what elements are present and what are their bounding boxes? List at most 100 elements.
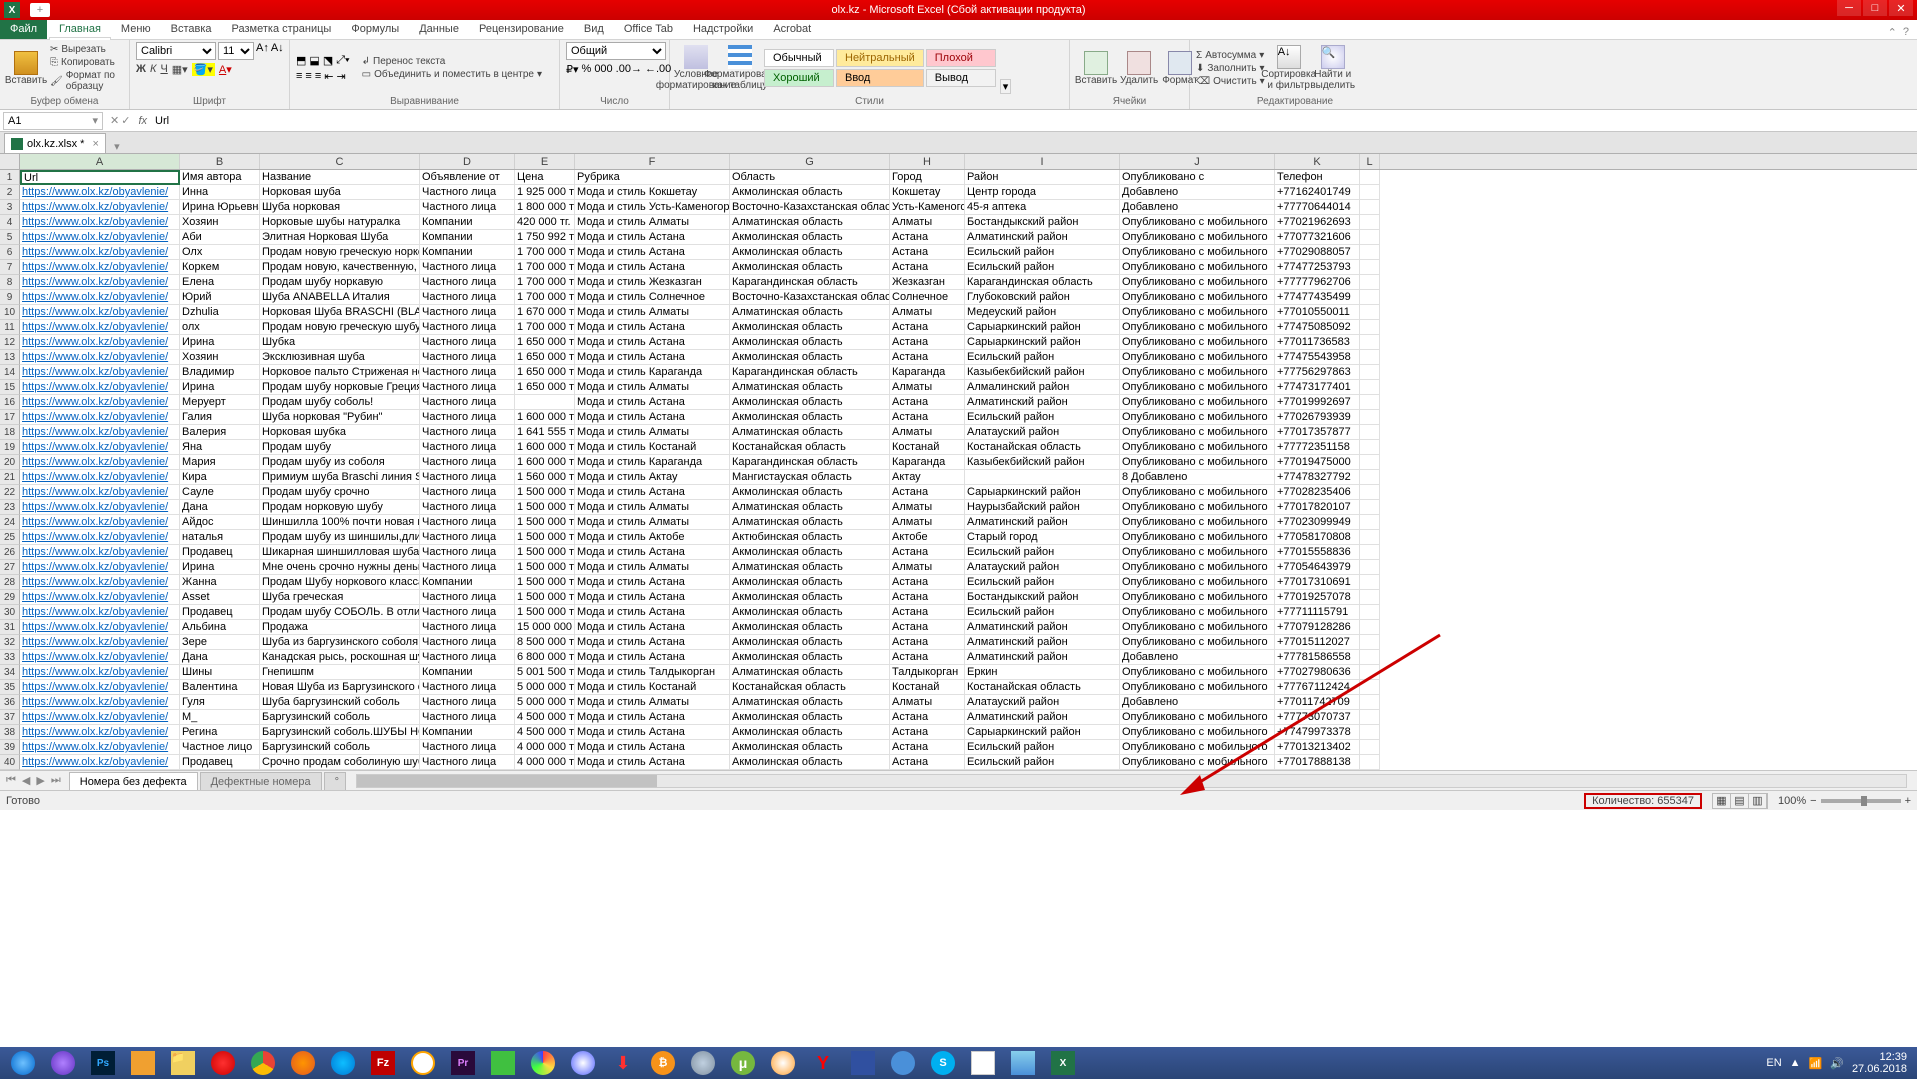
cell[interactable]: Мода и стиль Актобе <box>575 530 730 545</box>
task1-button[interactable] <box>124 1049 162 1077</box>
ribbon-tab[interactable]: Главная <box>49 19 111 39</box>
cell[interactable]: Астана <box>890 545 965 560</box>
cell[interactable]: Опубликовано с мобильного <box>1120 230 1275 245</box>
cell[interactable]: Частного лица <box>420 395 515 410</box>
style-input[interactable]: Ввод <box>836 69 924 87</box>
cell[interactable]: https://www.olx.kz/obyavlenie/ <box>20 440 180 455</box>
cell[interactable]: https://www.olx.kz/obyavlenie/ <box>20 305 180 320</box>
cell[interactable]: Частного лица <box>420 695 515 710</box>
cell[interactable]: 1 560 000 тг. <box>515 470 575 485</box>
decrease-font-icon[interactable]: A↓ <box>271 42 284 60</box>
cell[interactable]: Зере <box>180 635 260 650</box>
cell[interactable]: 1 500 000 тг. <box>515 575 575 590</box>
cell[interactable]: 1 700 000 тг. <box>515 275 575 290</box>
cell[interactable]: Алматы <box>890 560 965 575</box>
cell[interactable]: Dzhulia <box>180 305 260 320</box>
row-header[interactable]: 3 <box>0 200 20 215</box>
cell[interactable]: Компании <box>420 665 515 680</box>
cell[interactable]: Алматы <box>890 215 965 230</box>
cell[interactable]: 4 500 000 тг. <box>515 710 575 725</box>
cell[interactable]: Мода и стиль Алматы <box>575 425 730 440</box>
cell[interactable]: Частного лица <box>420 335 515 350</box>
cell[interactable]: Продам шубу норкавую <box>260 275 420 290</box>
cell[interactable]: Опубликовано с мобильного <box>1120 560 1275 575</box>
column-header[interactable]: A <box>20 154 180 169</box>
cell[interactable]: Акмолинская область <box>730 590 890 605</box>
font-color-button[interactable]: A▾ <box>219 63 232 76</box>
column-header[interactable]: I <box>965 154 1120 169</box>
cell[interactable]: Акмолинская область <box>730 320 890 335</box>
cell[interactable]: Акмолинская область <box>730 620 890 635</box>
workbook-tab[interactable]: olx.kz.xlsx * × <box>4 133 106 153</box>
cell[interactable] <box>1360 590 1380 605</box>
cell[interactable]: Кокшетау <box>890 185 965 200</box>
cell[interactable]: +77054643979 <box>1275 560 1360 575</box>
number-format-select[interactable]: Общий <box>566 42 666 60</box>
cell[interactable]: 1 500 000 тг. <box>515 560 575 575</box>
column-header[interactable]: L <box>1360 154 1380 169</box>
cell[interactable]: Дана <box>180 650 260 665</box>
excel-taskbar-button[interactable]: X <box>1044 1049 1082 1077</box>
cell[interactable]: Алматинская область <box>730 500 890 515</box>
cell[interactable]: 4 500 000 тг. <box>515 725 575 740</box>
cell[interactable]: +77767112424 <box>1275 680 1360 695</box>
cell[interactable]: 5 000 000 тг. <box>515 680 575 695</box>
skype-button[interactable]: S <box>924 1049 962 1077</box>
increase-indent-button[interactable]: ⇥ <box>336 70 345 83</box>
cell[interactable]: Астана <box>890 260 965 275</box>
cell[interactable]: Опубликовано с мобильного <box>1120 545 1275 560</box>
cell[interactable]: https://www.olx.kz/obyavlenie/ <box>20 260 180 275</box>
column-header[interactable]: D <box>420 154 515 169</box>
row-header[interactable]: 9 <box>0 290 20 305</box>
cell[interactable]: Частного лица <box>420 500 515 515</box>
cell[interactable]: Опубликовано с мобильного <box>1120 350 1275 365</box>
cell[interactable]: Опубликовано с мобильного <box>1120 245 1275 260</box>
cell[interactable]: Опубликовано с мобильного <box>1120 395 1275 410</box>
zoom-in-button[interactable]: + <box>1905 795 1911 807</box>
cell[interactable]: +77011742709 <box>1275 695 1360 710</box>
cell[interactable]: Акмолинская область <box>730 545 890 560</box>
ribbon-tab[interactable]: Надстройки <box>683 19 763 39</box>
cell[interactable]: +77478327792 <box>1275 470 1360 485</box>
cell[interactable]: https://www.olx.kz/obyavlenie/ <box>20 365 180 380</box>
cell[interactable]: Коркем <box>180 260 260 275</box>
cell[interactable]: Олх <box>180 245 260 260</box>
row-header[interactable]: 15 <box>0 380 20 395</box>
cell[interactable]: Сарыаркинский район <box>965 725 1120 740</box>
cell[interactable]: Сауле <box>180 485 260 500</box>
cell[interactable]: Элитная Норковая Шуба <box>260 230 420 245</box>
sheet-tab-more[interactable]: ° <box>324 772 346 790</box>
cell[interactable]: Опубликовано с мобильного <box>1120 530 1275 545</box>
close-button[interactable]: ✕ <box>1889 0 1913 16</box>
cancel-formula-icon[interactable]: ✕ <box>110 114 119 127</box>
cell[interactable]: +77475085092 <box>1275 320 1360 335</box>
cell[interactable]: Есильский район <box>965 410 1120 425</box>
cell[interactable]: Сарыаркинский район <box>965 485 1120 500</box>
cell[interactable]: Частного лица <box>420 560 515 575</box>
language-indicator[interactable]: EN <box>1766 1057 1781 1069</box>
cell[interactable]: Мода и стиль Алматы <box>575 515 730 530</box>
cortana-button[interactable] <box>44 1049 82 1077</box>
cell[interactable] <box>1360 260 1380 275</box>
vpn-button[interactable] <box>844 1049 882 1077</box>
cell[interactable]: Опубликовано с мобильного <box>1120 215 1275 230</box>
cell[interactable]: Акмолинская область <box>730 395 890 410</box>
ribbon-tab[interactable]: Меню <box>111 19 161 39</box>
cell[interactable]: https://www.olx.kz/obyavlenie/ <box>20 680 180 695</box>
cell[interactable]: Акмолинская область <box>730 185 890 200</box>
select-all-corner[interactable] <box>0 154 20 169</box>
file-menu[interactable]: Файл <box>0 19 47 39</box>
sheet-next-button[interactable]: ▶ <box>34 774 46 787</box>
cell[interactable] <box>1360 395 1380 410</box>
font-name-select[interactable]: Calibri <box>136 42 216 60</box>
cell[interactable]: Добавлено <box>1120 200 1275 215</box>
cell[interactable]: Добавлено <box>1120 650 1275 665</box>
cell[interactable] <box>1360 500 1380 515</box>
orientation-button[interactable]: ⤢▾ <box>336 54 349 67</box>
insert-cells-button[interactable]: Вставить <box>1076 42 1116 94</box>
cell[interactable]: Есильский район <box>965 545 1120 560</box>
cell[interactable]: Мода и стиль Астана <box>575 575 730 590</box>
row-header[interactable]: 14 <box>0 365 20 380</box>
cell[interactable]: Старый город <box>965 530 1120 545</box>
cell[interactable]: Опубликовано с мобильного <box>1120 485 1275 500</box>
